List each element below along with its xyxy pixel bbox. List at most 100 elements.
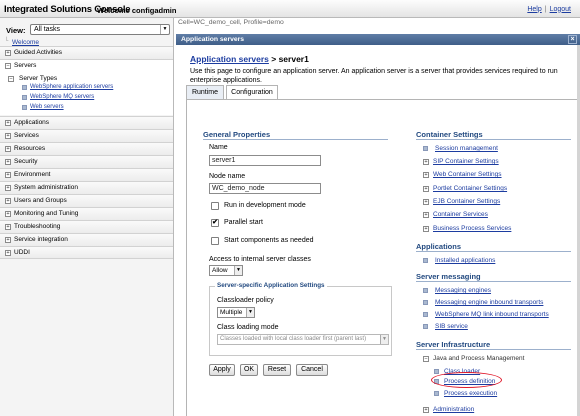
left-navigation: View: All tasks ▼ └ Welcome + Guided Act… [0,18,174,416]
page-icon [423,324,428,329]
applications-heading: Applications [416,242,462,251]
sip-container-settings-link[interactable]: SIP Container Settings [433,158,499,165]
expand-icon[interactable]: + [423,186,429,192]
chevron-down-icon: ▼ [160,25,169,34]
breadcrumb: Application servers > server1 [190,54,309,64]
collapse-icon: − [5,63,11,69]
nav-item-guided-activities[interactable]: + Guided Activities [0,46,173,59]
page-icon [423,312,428,317]
cancel-button[interactable]: Cancel [296,364,328,376]
messaging-engines-link[interactable]: Messaging engines [435,287,491,294]
expand-icon: + [5,50,11,56]
tab-configuration[interactable]: Configuration [226,85,278,100]
expand-icon: + [5,159,11,165]
messaging-engine-inbound-link[interactable]: Messaging engine inbound transports [435,299,543,306]
breadcrumb-current: server1 [278,54,309,64]
expand-icon[interactable]: + [423,226,429,232]
page-icon [423,258,428,263]
java-process-management-label[interactable]: Java and Process Management [433,355,524,362]
tab-runtime[interactable]: Runtime [186,85,224,99]
expand-icon: + [5,146,11,152]
name-field[interactable]: server1 [209,155,321,166]
expand-icon[interactable]: + [423,159,429,165]
collapse-icon[interactable]: − [423,356,429,362]
page-icon [434,369,439,374]
class-loading-mode-value: Classes loaded with local class loader f… [220,336,367,342]
chevron-down-icon: ▼ [246,308,254,317]
section-divider [203,139,388,140]
start-components-label: Start components as needed [224,237,314,244]
expand-icon: + [5,198,11,204]
process-execution-link[interactable]: Process execution [444,390,497,397]
close-icon[interactable]: × [568,35,577,44]
top-links-separator: | [544,5,547,13]
node-name-field[interactable]: WC_demo_node [209,183,321,194]
sib-service-link[interactable]: SIB service [435,323,468,330]
portlet-title-bar: Application servers × [176,34,580,45]
nav-item-resources[interactable]: + Resources [0,142,173,155]
session-management-link[interactable]: Session management [435,145,498,152]
expand-icon: + [5,120,11,126]
ejb-container-settings-link[interactable]: EJB Container Settings [433,198,500,205]
business-process-services-link[interactable]: Business Process Services [433,225,511,232]
administration-link[interactable]: Administration [433,406,474,413]
section-divider [416,281,571,282]
welcome-nav-link[interactable]: └ Welcome [4,38,39,46]
class-loading-mode-select[interactable]: Classes loaded with local class loader f… [217,334,389,345]
nav-item-uddi[interactable]: + UDDI [0,246,173,259]
breadcrumb-app-servers-link[interactable]: Application servers [190,54,269,64]
web-container-settings-link[interactable]: Web Container Settings [433,171,502,178]
dev-mode-checkbox[interactable] [211,202,219,210]
expand-icon[interactable]: + [423,407,429,413]
expand-icon[interactable]: + [423,212,429,218]
portlet-title: Application servers [181,36,245,43]
view-label: View: [6,25,26,35]
access-select-value: Allow [212,267,228,274]
nav-item-label: Services [14,132,39,139]
container-services-link[interactable]: Container Services [433,211,488,218]
section-divider [416,349,571,350]
access-select[interactable]: Allow ▼ [209,265,243,276]
start-components-checkbox[interactable] [211,237,219,245]
section-divider [416,251,571,252]
page-icon [423,300,428,305]
nav-item-monitoring-and-tuning[interactable]: + Monitoring and Tuning [0,207,173,220]
help-link[interactable]: Help [527,6,541,13]
ok-button[interactable]: OK [240,364,258,376]
sidebar-item-websphere-mq-servers[interactable]: WebSphere MQ servers [30,94,94,100]
expand-icon[interactable]: + [423,199,429,205]
nav-item-label: Monitoring and Tuning [14,210,79,217]
apply-button[interactable]: Apply [209,364,235,376]
top-links: Help | Logout [527,6,571,13]
nav-item-users-and-groups[interactable]: + Users and Groups [0,194,173,207]
classloader-policy-select[interactable]: Multiple ▼ [217,307,255,318]
sidebar-item-websphere-app-servers[interactable]: WebSphere application servers [30,84,113,90]
servers-subtree: − Server Types WebSphere application ser… [0,72,173,115]
cell-profile-info: Cell=WC_demo_cell, Profile=demo [175,18,580,28]
expand-icon[interactable]: + [423,172,429,178]
nav-item-troubleshooting[interactable]: + Troubleshooting [0,220,173,233]
expand-icon: + [5,250,11,256]
nav-item-security[interactable]: + Security [0,155,173,168]
mq-link-inbound-link[interactable]: WebSphere MQ link inbound transports [435,311,549,318]
nav-item-label: Security [14,158,38,165]
parallel-start-checkbox[interactable]: ✔ [211,219,219,227]
access-label: Access to internal server classes [209,256,311,263]
section-divider [416,139,571,140]
nav-item-environment[interactable]: + Environment [0,168,173,181]
installed-applications-link[interactable]: Installed applications [435,257,495,264]
nav-item-service-integration[interactable]: + Service integration [0,233,173,246]
app-settings-legend: Server-specific Application Settings [215,282,327,289]
nav-item-label: Environment [14,171,51,178]
view-select[interactable]: All tasks ▼ [30,24,170,35]
sidebar-item-web-servers[interactable]: Web servers [30,104,64,110]
nav-item-applications[interactable]: + Applications [0,116,173,129]
expand-icon: + [5,172,11,178]
chevron-down-icon: ▼ [380,335,388,344]
portlet-container-settings-link[interactable]: Portlet Container Settings [433,185,507,192]
reset-button[interactable]: Reset [263,364,291,376]
nav-item-services[interactable]: + Services [0,129,173,142]
logout-link[interactable]: Logout [550,6,571,13]
nav-item-servers[interactable]: − Servers [0,59,173,72]
nav-item-system-administration[interactable]: + System administration [0,181,173,194]
